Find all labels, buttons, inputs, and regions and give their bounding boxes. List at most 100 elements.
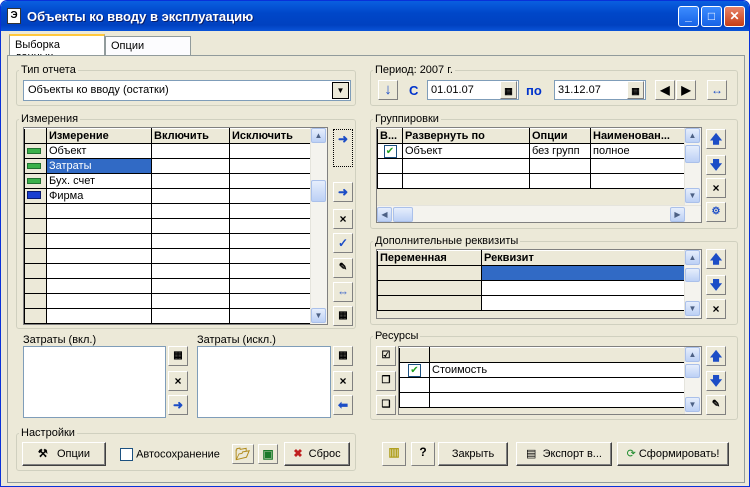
scroll-up-icon[interactable]: ▲: [685, 250, 700, 265]
scroll-left-icon[interactable]: ◀: [377, 207, 392, 222]
tab-data-selection[interactable]: Выборка данных: [9, 34, 105, 63]
table-icon[interactable]: ▦: [333, 346, 353, 366]
extra-attributes-grid[interactable]: Переменная Реквизит ▲ ▼: [376, 249, 702, 319]
dimension-cell[interactable]: Фирма: [46, 188, 152, 204]
vertical-scrollbar[interactable]: ▲ ▼: [684, 250, 701, 318]
right-arrow-icon[interactable]: ➜: [168, 395, 188, 415]
down-arrow-icon[interactable]: ↓: [378, 80, 398, 100]
column-header[interactable]: Реквизит: [481, 250, 687, 266]
vertical-scrollbar[interactable]: ▲ ▼: [310, 128, 327, 324]
move-up-icon[interactable]: 🡅︎: [706, 129, 726, 149]
chart-icon[interactable]: ▥: [382, 442, 406, 466]
move-up-icon[interactable]: 🡅︎: [706, 249, 726, 269]
save-icon[interactable]: ▣: [258, 444, 278, 464]
exclude-cell[interactable]: [229, 143, 313, 159]
table-row[interactable]: ✔ Стоимость: [399, 362, 687, 378]
scroll-thumb[interactable]: [685, 145, 700, 163]
autosave-checkbox[interactable]: Автосохранение: [120, 448, 220, 461]
prev-period-icon[interactable]: ◀: [655, 80, 675, 100]
edit-resources-icon[interactable]: ✎: [706, 395, 726, 415]
delete-icon[interactable]: ×: [333, 371, 353, 391]
move-down-icon[interactable]: 🡇︎: [706, 155, 726, 175]
checkbox-checked-icon[interactable]: ✔: [408, 363, 421, 377]
column-header[interactable]: Переменная: [377, 250, 482, 266]
insert-icon[interactable]: ➜: [333, 182, 353, 202]
scroll-thumb[interactable]: [393, 207, 413, 222]
reset-button[interactable]: ✖ Сброс: [284, 442, 350, 466]
scroll-up-icon[interactable]: ▲: [311, 128, 326, 143]
resources-grid[interactable]: ✔ Стоимость ▲ ▼: [398, 346, 702, 415]
table-row[interactable]: ✔ Объект без групп полное: [377, 143, 687, 159]
row-checkbox[interactable]: ✔: [377, 143, 403, 159]
title-bar[interactable]: Э Объекты ко вводу в эксплуатацию _ □ ✕: [1, 1, 749, 31]
check-all-icon[interactable]: ☑: [376, 346, 396, 366]
dimension-cell[interactable]: Бух. счет: [46, 173, 152, 189]
calendar-icon[interactable]: ▦: [627, 81, 644, 99]
delete-icon[interactable]: ×: [706, 299, 726, 319]
scroll-down-icon[interactable]: ▼: [311, 308, 326, 323]
column-header[interactable]: Измерение: [46, 128, 152, 144]
minimize-button[interactable]: _: [678, 6, 699, 27]
copy-icon[interactable]: ❑: [376, 395, 396, 415]
swap-icon[interactable]: ⇔: [333, 282, 353, 302]
open-folder-icon[interactable]: 📂︎: [232, 444, 254, 464]
check-icon[interactable]: ✓: [333, 233, 353, 253]
tab-output-options[interactable]: Опции вывода: [105, 36, 191, 64]
scroll-down-icon[interactable]: ▼: [685, 397, 700, 412]
dimension-cell[interactable]: Затраты: [46, 158, 152, 174]
column-header[interactable]: Исключить: [229, 128, 313, 144]
group-settings-icon[interactable]: ⚙: [706, 202, 726, 222]
exclude-cell[interactable]: [229, 158, 313, 174]
scroll-up-icon[interactable]: ▲: [685, 128, 700, 143]
checkbox-icon[interactable]: [120, 448, 133, 461]
scroll-thumb[interactable]: [311, 180, 326, 202]
move-down-icon[interactable]: 🡇︎: [706, 371, 726, 391]
table-row[interactable]: Объект: [24, 143, 313, 159]
chevron-down-icon[interactable]: ▼: [332, 82, 349, 99]
column-header[interactable]: Включить: [151, 128, 230, 144]
column-header[interactable]: Опции: [529, 128, 591, 144]
costs-incl-list[interactable]: [23, 346, 166, 418]
include-cell[interactable]: [151, 158, 230, 174]
column-header[interactable]: Развернуть по: [402, 128, 530, 144]
scroll-thumb[interactable]: [685, 268, 700, 282]
include-cell[interactable]: [151, 188, 230, 204]
exclude-cell[interactable]: [229, 188, 313, 204]
period-range-icon[interactable]: ↔: [707, 80, 727, 100]
delete-icon[interactable]: ×: [706, 178, 726, 198]
vertical-scrollbar[interactable]: ▲ ▼: [684, 128, 701, 205]
next-period-icon[interactable]: ▶: [676, 80, 696, 100]
scroll-thumb[interactable]: [685, 364, 700, 378]
move-up-icon[interactable]: 🡅︎: [706, 346, 726, 366]
build-report-button[interactable]: ⟳ Сформировать!: [617, 442, 729, 466]
horizontal-scrollbar[interactable]: ◀ ▶: [377, 205, 701, 222]
scroll-up-icon[interactable]: ▲: [685, 347, 700, 362]
grouping-options-cell[interactable]: без групп: [529, 143, 591, 159]
grouping-name-cell[interactable]: полное: [590, 143, 687, 159]
move-down-icon[interactable]: 🡇︎: [706, 275, 726, 295]
clear-icon[interactable]: ✎: [333, 258, 353, 278]
costs-excl-list[interactable]: [197, 346, 331, 418]
table-row[interactable]: Фирма: [24, 188, 313, 204]
scroll-down-icon[interactable]: ▼: [685, 301, 700, 316]
include-cell[interactable]: [151, 143, 230, 159]
options-button[interactable]: ⚒ Опции: [22, 442, 106, 466]
delete-icon[interactable]: ×: [333, 209, 353, 229]
scroll-down-icon[interactable]: ▼: [685, 188, 700, 203]
grouping-field-cell[interactable]: Объект: [402, 143, 530, 159]
left-arrow-icon[interactable]: ⬅: [333, 395, 353, 415]
uncheck-icon[interactable]: ❐: [376, 371, 396, 391]
resource-cell[interactable]: Стоимость: [429, 362, 687, 378]
report-type-select[interactable]: Объекты ко вводу (остатки) ▼: [23, 80, 351, 101]
scroll-right-icon[interactable]: ▶: [670, 207, 685, 222]
checkbox-checked-icon[interactable]: ✔: [383, 144, 397, 158]
table-icon[interactable]: ▦: [333, 306, 353, 326]
table-row[interactable]: [377, 265, 687, 281]
close-button[interactable]: Закрыть: [438, 442, 508, 466]
row-checkbox[interactable]: ✔: [399, 362, 430, 378]
table-row[interactable]: Бух. счет: [24, 173, 313, 189]
table-icon[interactable]: ▦: [168, 346, 188, 366]
vertical-scrollbar[interactable]: ▲ ▼: [684, 347, 701, 414]
column-header[interactable]: Наименован...: [590, 128, 687, 144]
column-header[interactable]: В...: [377, 128, 403, 144]
